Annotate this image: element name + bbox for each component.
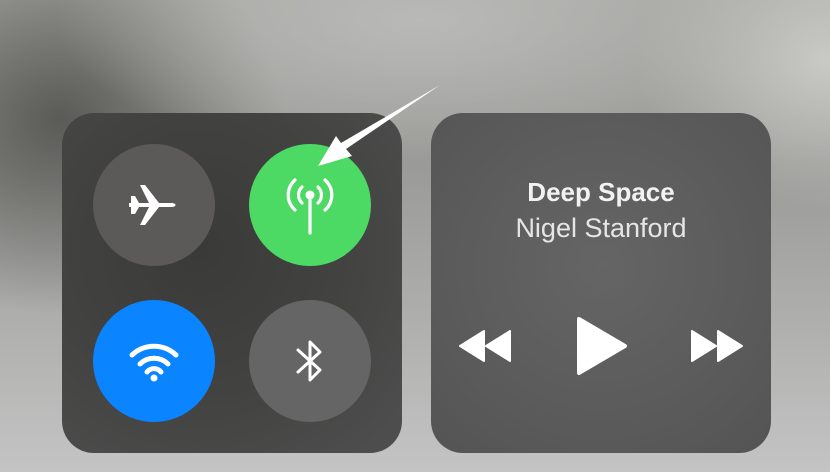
bluetooth-icon bbox=[296, 340, 322, 382]
wifi-icon bbox=[129, 343, 179, 382]
airplane-icon bbox=[129, 185, 176, 225]
now-playing-panel: Deep Space Nigel Stanford bbox=[431, 113, 771, 453]
antenna-icon bbox=[286, 178, 334, 235]
wifi-toggle[interactable] bbox=[93, 300, 215, 422]
fast-forward-button[interactable] bbox=[687, 323, 749, 369]
rewind-icon bbox=[459, 330, 511, 362]
song-title: Deep Space bbox=[527, 177, 675, 207]
play-button[interactable] bbox=[571, 313, 633, 379]
connectivity-panel bbox=[62, 113, 402, 453]
play-icon bbox=[577, 317, 627, 375]
rewind-button[interactable] bbox=[453, 323, 515, 369]
airplane-mode-toggle[interactable] bbox=[93, 144, 215, 266]
cellular-data-toggle[interactable] bbox=[249, 144, 371, 266]
bluetooth-toggle[interactable] bbox=[249, 300, 371, 422]
artist-name: Nigel Stanford bbox=[515, 213, 687, 243]
fast-forward-icon bbox=[691, 330, 743, 362]
